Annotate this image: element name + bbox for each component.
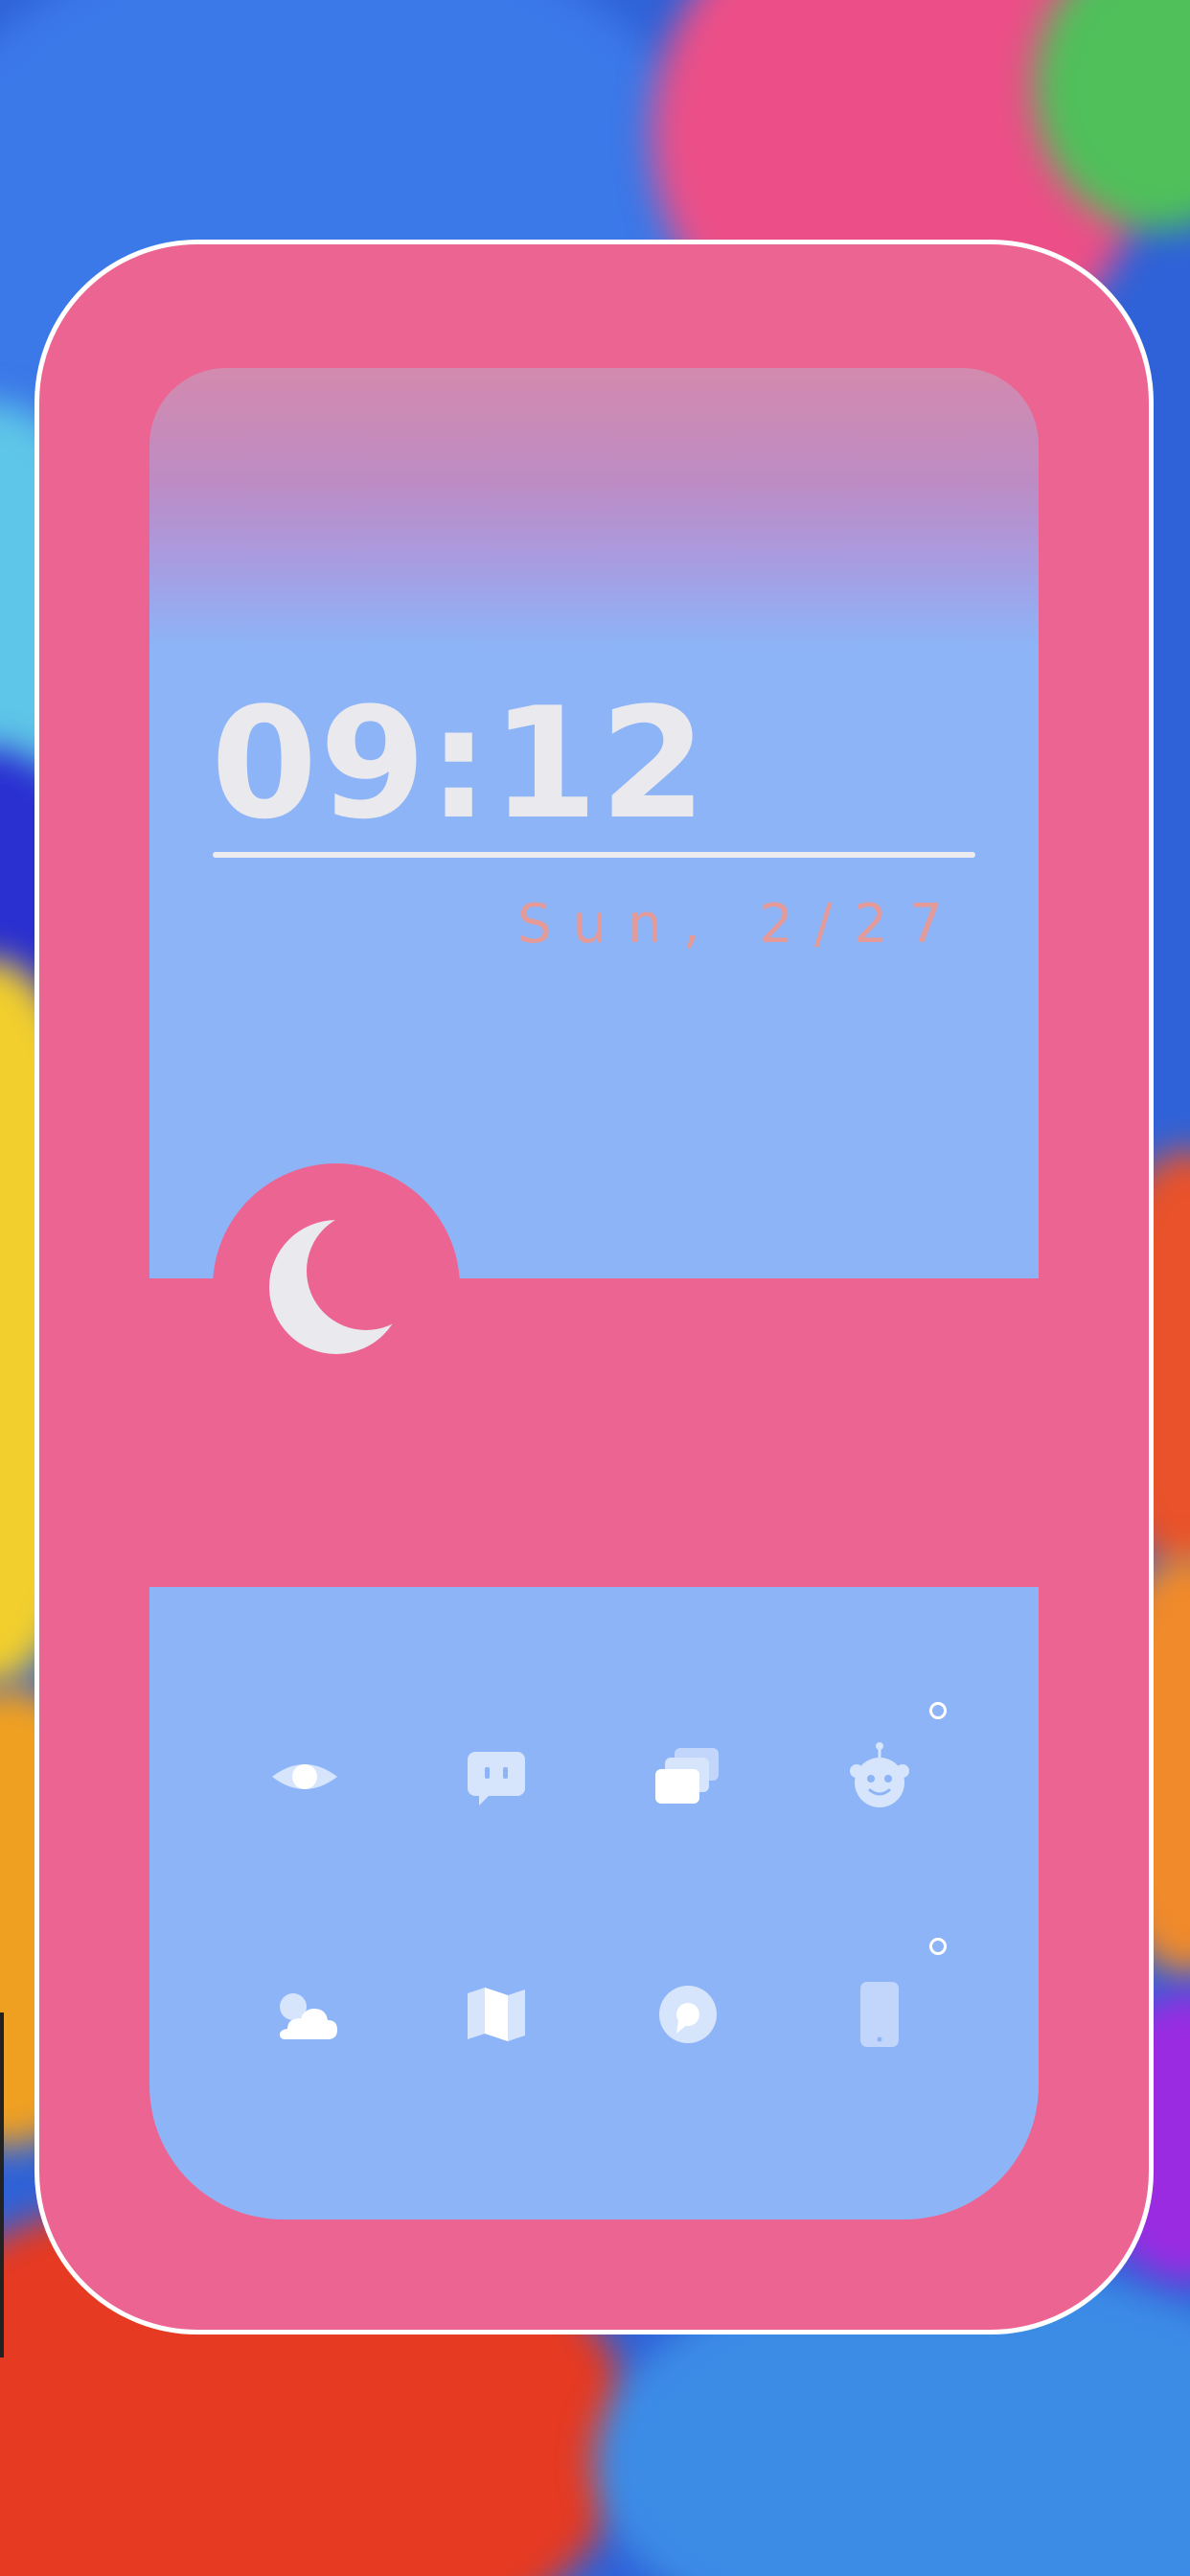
chat-app[interactable]: [458, 1738, 535, 1815]
phone-app[interactable]: [841, 1976, 918, 2053]
map-icon: [468, 1988, 525, 2041]
notification-dot: [929, 1938, 947, 1955]
clock-time: 09:12: [211, 674, 709, 853]
clock-date: Sun, 2/27: [517, 893, 964, 955]
robot-app[interactable]: [841, 1738, 918, 1815]
eye-app[interactable]: [266, 1738, 343, 1815]
chat-bubble-icon: [468, 1752, 525, 1806]
maps-app[interactable]: [458, 1976, 535, 2053]
messages-app[interactable]: [650, 1976, 726, 2053]
chat-ring-icon: [659, 1986, 717, 2043]
clock-divider: [213, 852, 975, 858]
phone-icon: [860, 1982, 899, 2047]
weather-app[interactable]: [266, 1976, 343, 2053]
weather-cloud-icon: [280, 1993, 337, 2039]
app-dock-panel: [149, 1587, 1039, 2220]
moon-icon: [269, 1211, 425, 1354]
robot-face-icon: [850, 1742, 909, 1807]
notification-dot: [929, 1702, 947, 1719]
stacked-cards-icon: [655, 1748, 719, 1804]
cards-app[interactable]: [650, 1738, 726, 1815]
moon-widget[interactable]: [213, 1163, 460, 1411]
eye-icon: [272, 1764, 337, 1789]
